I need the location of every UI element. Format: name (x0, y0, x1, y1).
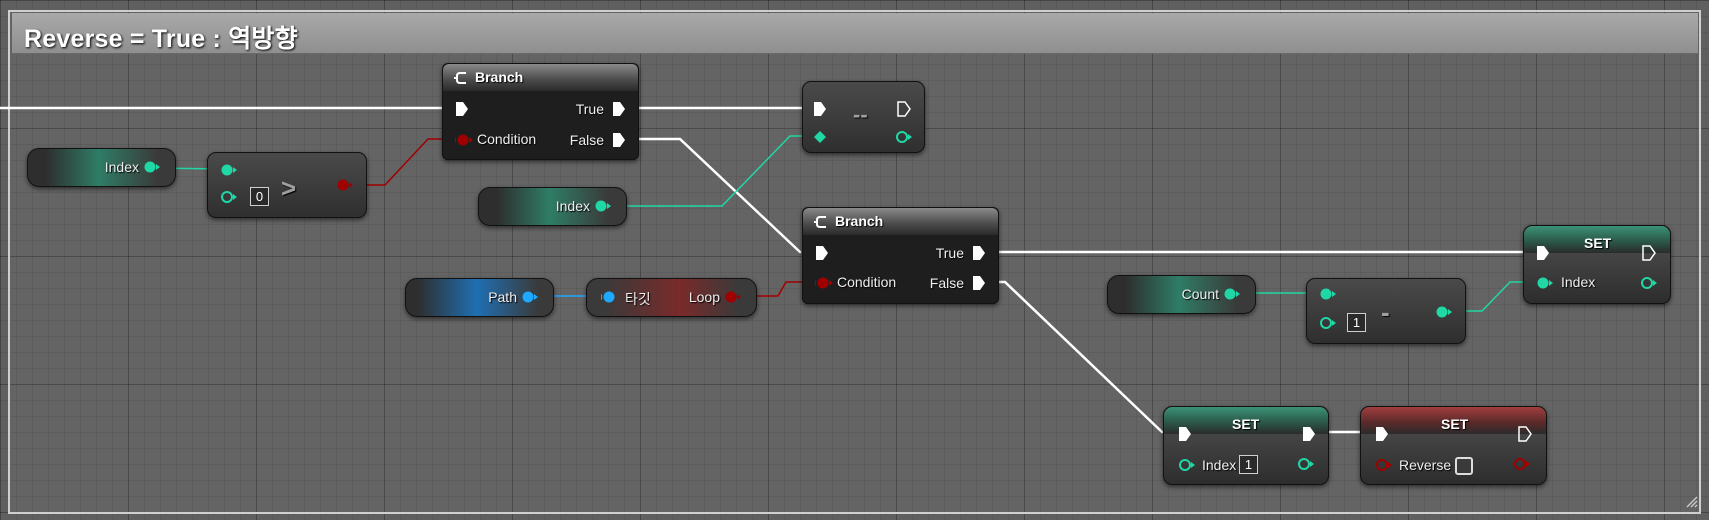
reverse-checkbox[interactable] (1455, 457, 1473, 475)
exec-false-pin-icon[interactable] (972, 275, 986, 291)
int-input-pin-2-icon[interactable] (1319, 316, 1337, 330)
bool-input-pin-icon[interactable] (1375, 458, 1393, 472)
greater-operator: > (281, 173, 297, 203)
int-input-pin-icon[interactable] (220, 163, 238, 177)
comment-header[interactable]: Reverse = True : 역방향 (12, 13, 1698, 54)
exec-output-pin-icon[interactable] (1642, 245, 1656, 261)
exec-false-pin-icon[interactable] (612, 132, 626, 148)
set-index-label-1: Index (1561, 274, 1596, 290)
branch-header-2 (803, 208, 998, 235)
index-getter-label-1: Index (104, 159, 139, 175)
int-output-pin-icon[interactable] (1223, 287, 1241, 301)
index-getter-node-2[interactable]: Index (478, 187, 627, 226)
decrement-operator: -- (853, 102, 868, 127)
branch-header-1 (443, 64, 638, 91)
set-index-label-2: Index (1202, 457, 1237, 473)
target-input-pin-icon[interactable] (601, 290, 619, 304)
exec-true-pin-icon[interactable] (972, 245, 986, 261)
decrement-node[interactable]: -- (802, 81, 925, 153)
int-output-pin-icon[interactable] (1640, 276, 1658, 290)
int-output-pin-icon[interactable] (1297, 457, 1315, 471)
exec-output-pin-icon[interactable] (897, 101, 911, 117)
set-index-node-1[interactable]: SET Index (1523, 225, 1671, 304)
exec-input-pin-icon[interactable] (813, 101, 827, 117)
subtract-node[interactable]: 1 - (1306, 278, 1466, 344)
bool-output-pin-icon[interactable] (336, 178, 354, 192)
exec-input-pin-icon[interactable] (455, 101, 469, 117)
subtract-operator: - (1381, 297, 1390, 327)
set-title-2: SET (1232, 416, 1260, 432)
path-getter-node[interactable]: Path (405, 278, 554, 317)
exec-input-pin-icon[interactable] (1536, 245, 1550, 261)
branch-false-label-1: False (569, 132, 604, 148)
int-input-pin-icon[interactable] (1319, 287, 1337, 301)
branch-title-1: Branch (475, 69, 524, 85)
loop-target-label: 타깃 (625, 291, 651, 307)
int-output-pin-icon[interactable] (1435, 305, 1453, 319)
object-output-pin-icon[interactable] (521, 290, 539, 304)
index-getter-label-2: Index (555, 198, 590, 214)
int-output-pin-icon[interactable] (143, 160, 161, 174)
exec-input-pin-icon[interactable] (1375, 426, 1389, 442)
loop-getter-node[interactable]: 타깃 Loop (586, 278, 757, 317)
int-output-pin-icon[interactable] (895, 130, 913, 144)
int-input-pin-2-icon[interactable] (220, 190, 238, 204)
int-input-pin-icon[interactable] (1536, 276, 1554, 290)
count-getter-label: Count (1181, 286, 1219, 302)
branch-icon (814, 216, 826, 228)
set-reverse-title: SET (1441, 416, 1469, 432)
int-diamond-pin-icon[interactable] (813, 130, 831, 144)
set-title-1: SET (1584, 235, 1612, 251)
set-reverse-node[interactable]: SET Reverse (1360, 406, 1547, 485)
comment-resize-handle-icon[interactable] (1686, 496, 1698, 508)
greater-than-node[interactable]: 0 > (207, 152, 367, 218)
bool-output-pin-icon[interactable] (1513, 457, 1531, 471)
exec-true-pin-icon[interactable] (612, 101, 626, 117)
branch-true-label-1: True (575, 101, 604, 117)
branch-true-label-2: True (935, 245, 964, 261)
branch-node-1[interactable]: Branch Condition True False (442, 63, 639, 160)
exec-input-pin-icon[interactable] (1178, 426, 1192, 442)
branch-node-2[interactable]: Branch Condition True False (802, 207, 999, 304)
branch-title-2: Branch (835, 213, 884, 229)
bool-input-pin-icon[interactable] (455, 133, 473, 147)
path-getter-label: Path (488, 289, 517, 305)
branch-condition-label-2: Condition (837, 274, 897, 290)
greater-literal-box[interactable]: 0 (250, 187, 269, 206)
branch-false-label-2: False (929, 275, 964, 291)
set-index-value-box[interactable]: 1 (1239, 455, 1258, 474)
index-getter-node-1[interactable]: Index (27, 148, 176, 187)
int-input-pin-icon[interactable] (1178, 458, 1196, 472)
branch-icon (454, 72, 466, 84)
exec-output-pin-icon[interactable] (1518, 426, 1532, 442)
loop-output-label: Loop (688, 289, 720, 305)
count-getter-node[interactable]: Count (1107, 275, 1256, 314)
bool-output-pin-icon[interactable] (724, 290, 742, 304)
branch-condition-label-1: Condition (477, 131, 537, 147)
exec-output-pin-icon[interactable] (1302, 426, 1316, 442)
set-index-node-2[interactable]: SET Index 1 (1163, 406, 1329, 485)
bool-input-pin-icon[interactable] (815, 276, 833, 290)
set-reverse-label: Reverse (1399, 457, 1452, 473)
int-output-pin-icon[interactable] (594, 199, 612, 213)
comment-title: Reverse = True : 역방향 (24, 25, 298, 53)
subtract-literal-box[interactable]: 1 (1347, 313, 1366, 332)
exec-input-pin-icon[interactable] (815, 245, 829, 261)
